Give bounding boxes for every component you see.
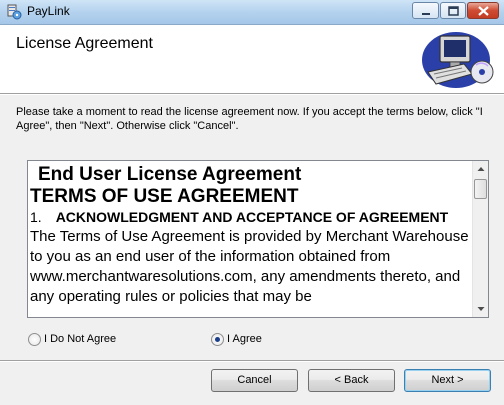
- close-button[interactable]: [467, 2, 499, 19]
- eula-body: The Terms of Use Agreement is provided b…: [30, 228, 469, 305]
- title-bar[interactable]: PayLink: [0, 0, 504, 25]
- next-button[interactable]: Next >: [404, 369, 491, 392]
- minimize-button[interactable]: [412, 2, 439, 19]
- computer-cd-icon: [420, 28, 496, 90]
- radio-label-disagree: I Do Not Agree: [44, 333, 117, 345]
- radio-label-agree: I Agree: [227, 333, 262, 345]
- eula-section-title: ACKNOWLEDGMENT AND ACCEPTANCE OF AGREEME…: [55, 209, 449, 225]
- maximize-button[interactable]: [440, 2, 466, 19]
- installer-window: PayLink License Agreement Please take a …: [0, 0, 504, 405]
- page-title: License Agreement: [16, 35, 153, 52]
- minimize-icon: [422, 13, 430, 15]
- vertical-scrollbar[interactable]: [472, 161, 488, 317]
- footer-separator: [0, 360, 504, 362]
- eula-subheading: TERMS OF USE AGREEMENT: [30, 186, 299, 207]
- instructions-text: Please take a moment to read the license…: [16, 106, 483, 132]
- scroll-up-arrow-icon[interactable]: [473, 161, 489, 177]
- eula-section-heading: 1. ACKNOWLEDGMENT AND ACCEPTANCE OF AGREE…: [30, 207, 470, 227]
- maximize-icon: [448, 6, 459, 16]
- close-icon: [478, 6, 489, 16]
- scrollbar-thumb[interactable]: [474, 179, 487, 199]
- header-separator: [0, 93, 504, 95]
- window-title: PayLink: [27, 4, 70, 18]
- radio-button-checked[interactable]: [211, 333, 224, 346]
- scroll-down-arrow-icon[interactable]: [473, 301, 489, 317]
- radio-i-do-not-agree[interactable]: I Do Not Agree: [28, 332, 138, 348]
- back-button[interactable]: < Back: [308, 369, 395, 392]
- eula-section-number: 1.: [30, 209, 42, 225]
- installer-icon: [6, 3, 22, 20]
- eula-heading: End User License Agreement: [38, 164, 302, 185]
- wizard-header: License Agreement: [0, 25, 504, 93]
- cancel-button[interactable]: Cancel: [211, 369, 298, 392]
- license-text-box[interactable]: End User License Agreement TERMS OF USE …: [27, 160, 489, 318]
- radio-button-unchecked[interactable]: [28, 333, 41, 346]
- radio-i-agree[interactable]: I Agree: [211, 332, 271, 348]
- license-content: End User License Agreement TERMS OF USE …: [30, 163, 470, 307]
